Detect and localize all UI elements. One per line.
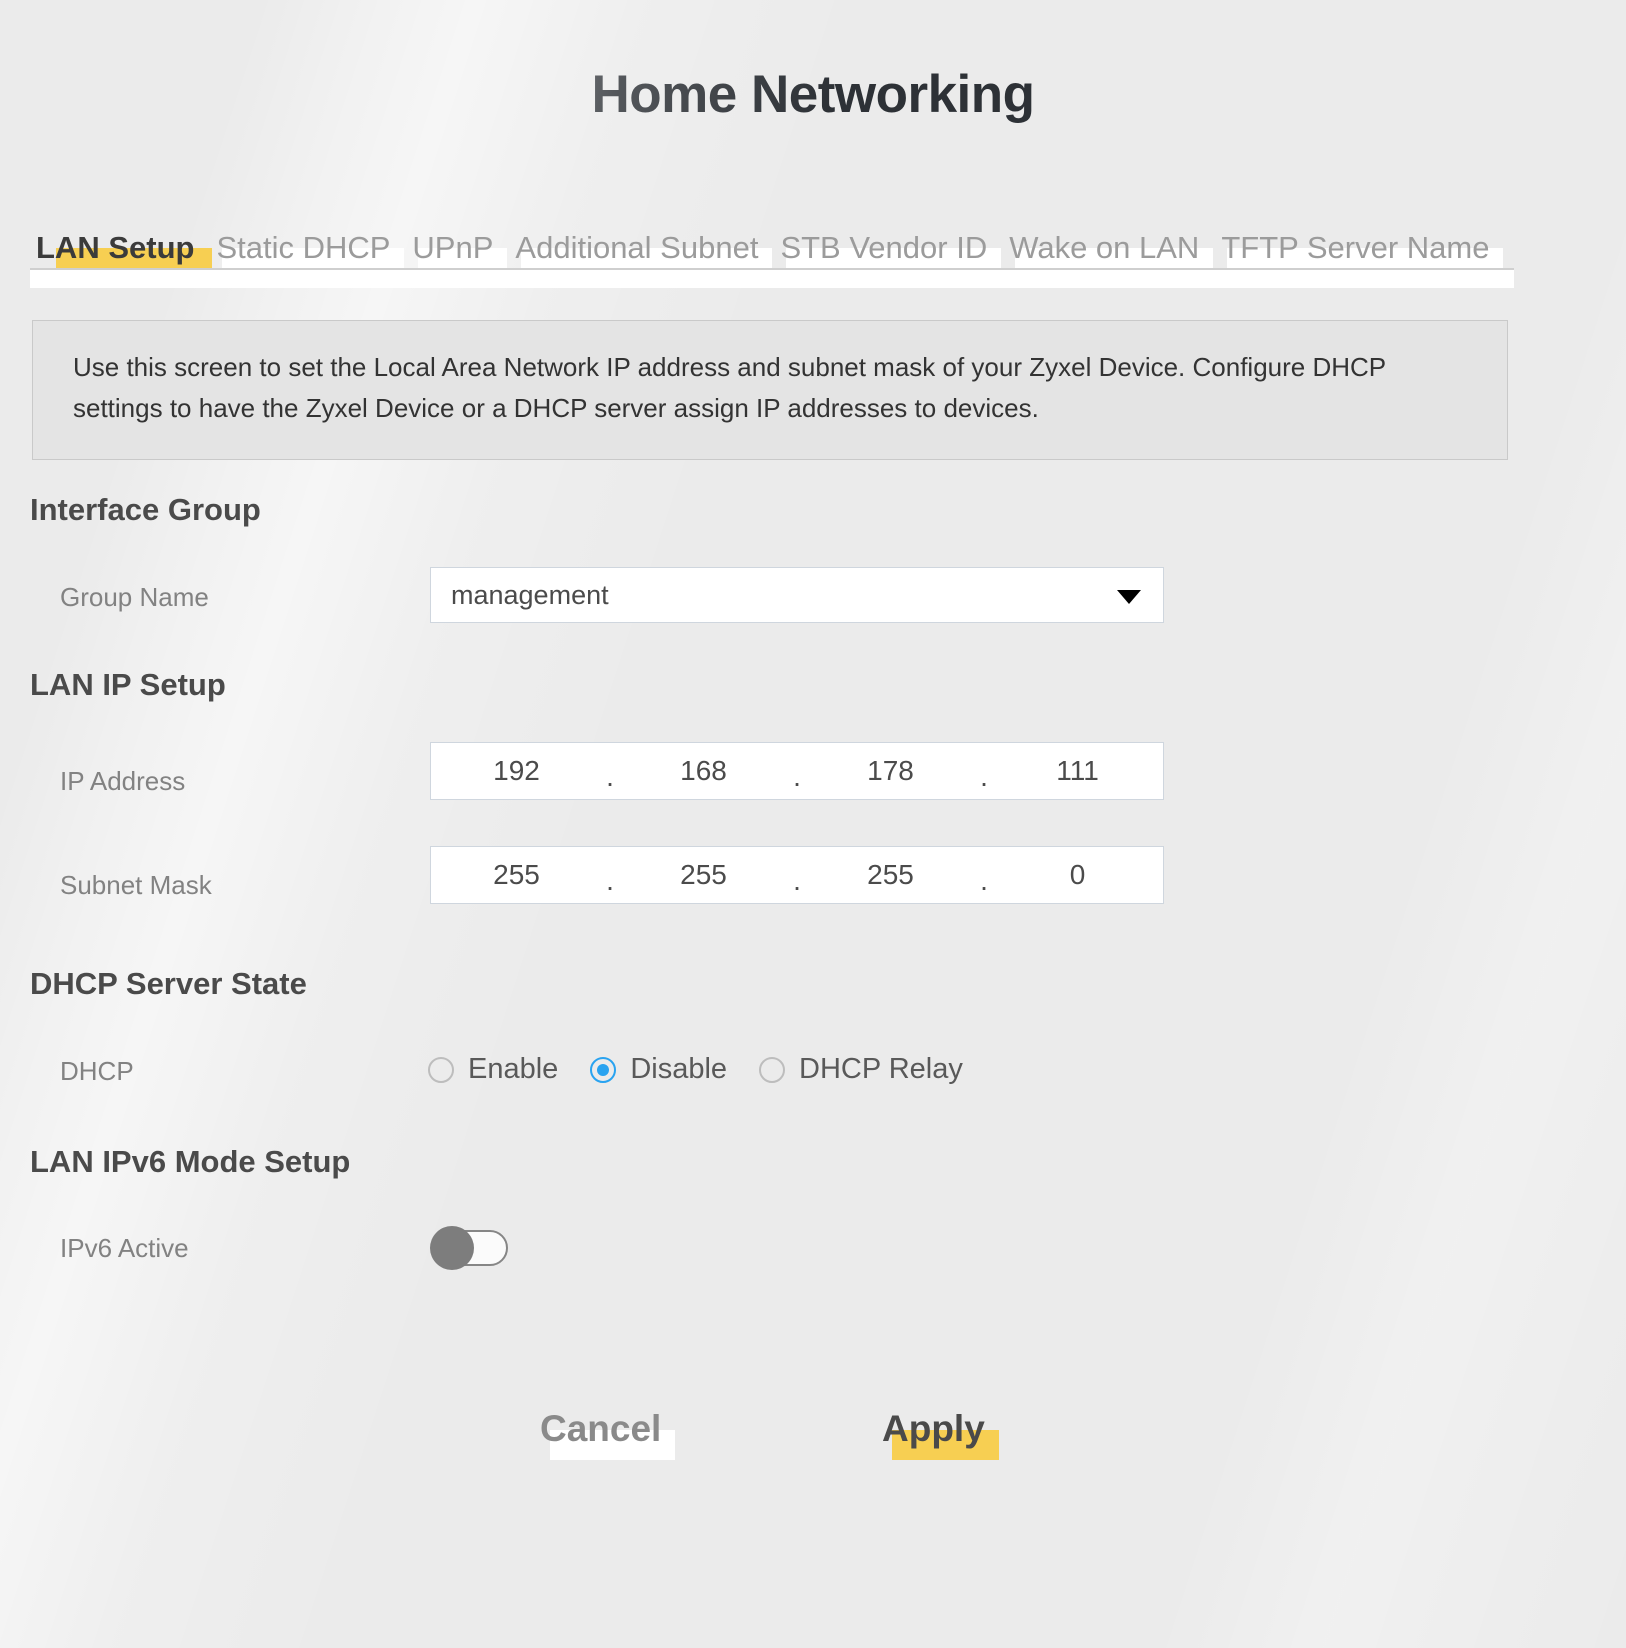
radio-label: Enable	[468, 1053, 559, 1085]
home-networking-page: Home Networking LAN Setup Static DHCP UP…	[0, 0, 1626, 1648]
tab-label: Static DHCP	[216, 230, 391, 265]
tab-label: TFTP Server Name	[1221, 230, 1490, 265]
form-actions: Cancel Apply	[0, 1404, 1626, 1474]
radio-dhcp-disable[interactable]: Disable	[590, 1053, 727, 1086]
apply-button-label: Apply	[882, 1408, 985, 1449]
group-name-selected-value: management	[451, 580, 609, 610]
label-ip-address: IP Address	[60, 766, 186, 796]
ip-separator: .	[980, 761, 988, 792]
apply-button[interactable]: Apply	[882, 1404, 999, 1460]
tab-label: UPnP	[412, 230, 494, 265]
section-heading-dhcp-server-state: DHCP Server State	[30, 966, 307, 1001]
ip-separator: .	[793, 865, 801, 896]
toggle-knob	[430, 1226, 474, 1270]
tab-tftp-server-name[interactable]: TFTP Server Name	[1211, 228, 1504, 271]
tab-static-dhcp[interactable]: Static DHCP	[206, 228, 405, 271]
subnet-mask-octet-1[interactable]: 255	[431, 855, 602, 895]
chevron-down-icon	[1117, 590, 1141, 604]
ipv6-active-toggle[interactable]	[430, 1226, 508, 1270]
radio-label: Disable	[630, 1053, 728, 1085]
tab-additional-subnet[interactable]: Additional Subnet	[505, 228, 773, 271]
section-heading-lan-ip-setup: LAN IP Setup	[30, 667, 226, 702]
ip-address-input-group[interactable]: 192 . 168 . 178 . 111	[430, 742, 1164, 800]
ip-address-octet-3[interactable]: 178	[805, 751, 976, 791]
radio-circle-icon	[759, 1056, 786, 1083]
group-name-select[interactable]: management	[430, 567, 1164, 623]
label-ipv6-active: IPv6 Active	[60, 1233, 189, 1263]
label-subnet-mask: Subnet Mask	[60, 870, 212, 900]
subnet-mask-octet-4[interactable]: 0	[992, 855, 1163, 895]
ip-address-octet-2[interactable]: 168	[618, 751, 789, 791]
screen-description-text: Use this screen to set the Local Area Ne…	[73, 352, 1386, 424]
dhcp-radio-group: Enable Disable DHCP Relay	[428, 1053, 995, 1086]
section-heading-lan-ipv6-mode-setup: LAN IPv6 Mode Setup	[30, 1144, 351, 1179]
cancel-button[interactable]: Cancel	[540, 1404, 676, 1460]
tab-label: Additional Subnet	[515, 230, 759, 265]
ip-separator: .	[606, 865, 614, 896]
tab-label: Wake on LAN	[1009, 230, 1200, 265]
label-dhcp: DHCP	[60, 1056, 134, 1086]
tab-underline	[30, 268, 1514, 288]
ip-address-octet-1[interactable]: 192	[431, 751, 602, 791]
tab-lan-setup[interactable]: LAN Setup	[30, 228, 213, 271]
radio-circle-selected-icon	[590, 1056, 617, 1083]
radio-circle-icon	[428, 1056, 454, 1083]
subnet-mask-octet-2[interactable]: 255	[618, 855, 789, 895]
radio-label: DHCP Relay	[799, 1053, 963, 1085]
subnet-mask-input-group[interactable]: 255 . 255 . 255 . 0	[430, 846, 1164, 904]
cancel-button-label: Cancel	[540, 1408, 662, 1449]
tab-label: LAN Setup	[36, 230, 195, 265]
ip-separator: .	[793, 761, 801, 792]
tab-bar: LAN Setup Static DHCP UPnP Additional Su…	[30, 224, 1514, 288]
subnet-mask-octet-3[interactable]: 255	[805, 855, 976, 895]
radio-dhcp-enable[interactable]: Enable	[428, 1053, 558, 1086]
section-heading-interface-group: Interface Group	[30, 492, 261, 527]
ip-address-octet-4[interactable]: 111	[992, 751, 1163, 791]
tab-wake-on-lan[interactable]: Wake on LAN	[999, 228, 1214, 271]
screen-description-panel: Use this screen to set the Local Area Ne…	[32, 320, 1508, 461]
ip-separator: .	[606, 761, 614, 792]
page-title: Home Networking	[591, 65, 1035, 124]
tab-label: STB Vendor ID	[780, 230, 988, 265]
label-group-name: Group Name	[60, 582, 209, 612]
tab-upnp[interactable]: UPnP	[402, 228, 508, 271]
radio-dhcp-relay[interactable]: DHCP Relay	[759, 1053, 963, 1086]
tab-stb-vendor-id[interactable]: STB Vendor ID	[770, 228, 1002, 271]
ip-separator: .	[980, 865, 988, 896]
